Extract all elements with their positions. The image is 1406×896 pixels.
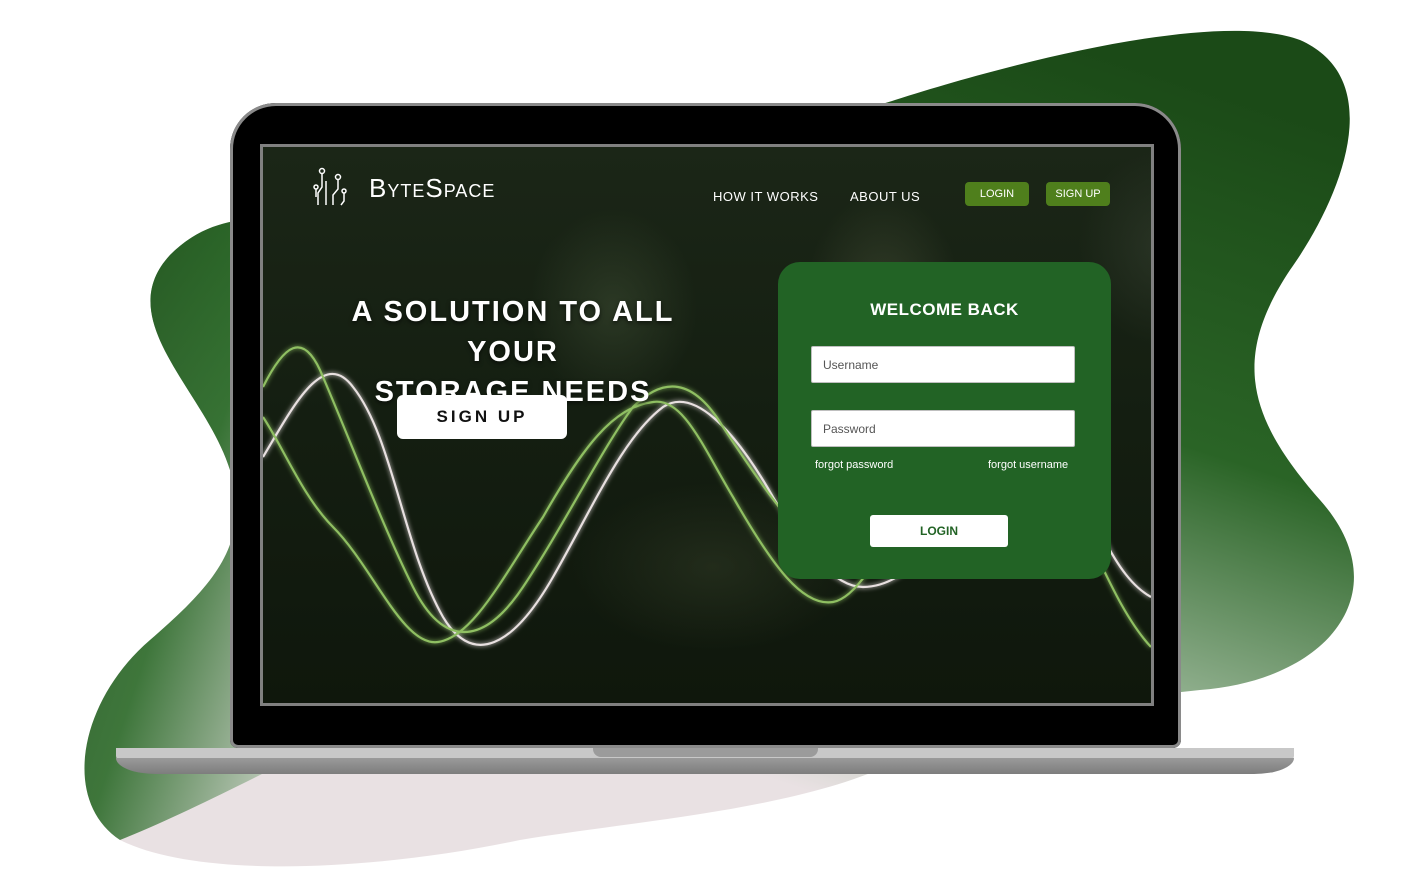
brand-logo[interactable]: ByteSpace: [313, 167, 495, 209]
hero-headline: A SOLUTION TO ALL YOUR STORAGE NEEDS: [303, 292, 723, 412]
circuit-icon: [313, 167, 347, 206]
laptop-base-edge: [116, 758, 1294, 774]
hero-signup-button[interactable]: SIGN UP: [397, 395, 567, 439]
login-card: WELCOME BACK forgot password forgot user…: [778, 262, 1111, 579]
nav-how-it-works[interactable]: HOW IT WORKS: [713, 189, 818, 204]
laptop-notch: [593, 748, 818, 757]
nav-signup-button[interactable]: SIGN UP: [1046, 182, 1110, 206]
login-card-title: WELCOME BACK: [870, 300, 1019, 319]
laptop-screen: ByteSpace HOW IT WORKS ABOUT US LOGIN SI…: [260, 144, 1154, 706]
forgot-password-link[interactable]: forgot password: [815, 459, 893, 471]
login-submit-button[interactable]: LOGIN: [870, 515, 1008, 547]
nav-login-button[interactable]: LOGIN: [965, 182, 1029, 206]
username-input[interactable]: [811, 346, 1075, 383]
brand-name: ByteSpace: [369, 172, 496, 203]
nav-about-us[interactable]: ABOUT US: [850, 189, 920, 204]
hero-headline-line1: A SOLUTION TO ALL YOUR: [351, 296, 675, 368]
forgot-username-link[interactable]: forgot username: [988, 459, 1068, 471]
password-input[interactable]: [811, 410, 1075, 447]
